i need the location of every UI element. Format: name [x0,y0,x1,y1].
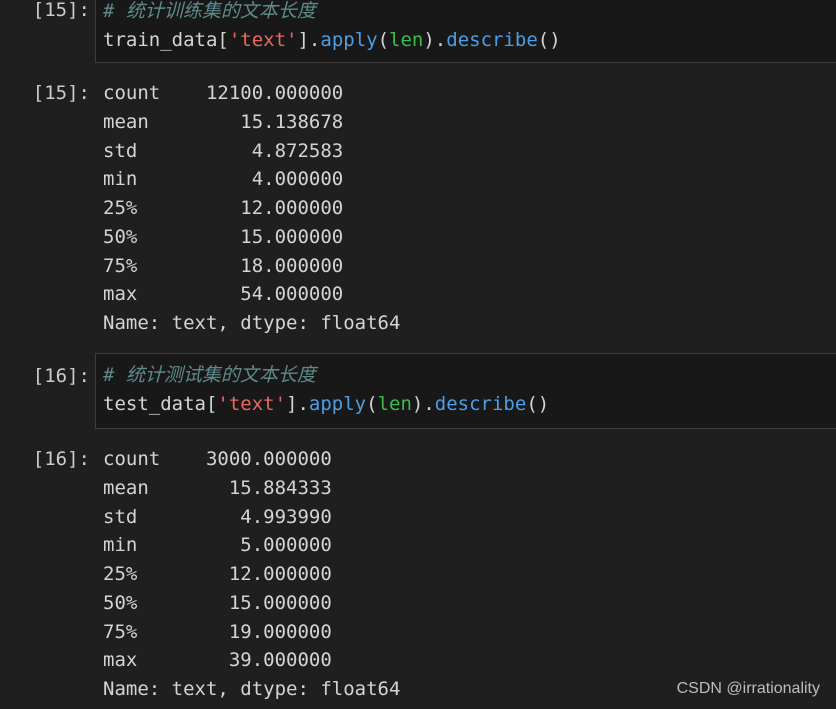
output-line: min 5.000000 [103,534,332,556]
code-token: test_data[ [103,393,218,415]
output-line: max 54.000000 [103,283,344,305]
input-prompt-15: [15]: [32,0,90,21]
output-line: std 4.993990 [103,506,332,528]
output-line: std 4.872583 [103,140,344,162]
code-cell-input-15[interactable]: # 统计训练集的文本长度 train_data['text'].apply(le… [95,0,836,63]
code-string: 'text' [228,29,298,51]
code-comment: # 统计训练集的文本长度 [103,0,316,22]
output-line: 75% 19.000000 [103,621,332,643]
code-method: apply [320,29,378,51]
code-token: ( [377,29,390,51]
output-line: count 12100.000000 [103,82,344,104]
code-token: ]. [286,393,309,415]
code-token: ]. [297,29,321,51]
code-line: train_data['text'].apply(len).describe() [103,26,561,55]
output-prompt-16: [16]: [32,448,90,470]
code-token: ). [423,29,447,51]
output-line: 50% 15.000000 [103,226,344,248]
code-token: () [526,393,550,415]
output-line: max 39.000000 [103,649,332,671]
output-line: mean 15.884333 [103,477,332,499]
code-cell-input-16[interactable]: # 统计测试集的文本长度 test_data['text'].apply(len… [95,353,836,429]
input-prompt-16: [16]: [32,365,90,387]
code-builtin: len [389,29,424,51]
output-line: 25% 12.000000 [103,197,344,219]
output-line: Name: text, dtype: float64 [103,312,401,334]
output-line: 50% 15.000000 [103,592,332,614]
code-method: describe [446,29,538,51]
code-line: test_data['text'].apply(len).describe() [103,390,549,419]
output-line: mean 15.138678 [103,111,344,133]
output-line: Name: text, dtype: float64 [103,678,401,700]
output-line: 25% 12.000000 [103,563,332,585]
code-builtin: len [377,393,412,415]
code-comment: # 统计测试集的文本长度 [103,364,316,386]
code-token: ( [366,393,378,415]
code-token: ). [411,393,435,415]
code-token: train_data[ [103,29,229,51]
code-method: apply [308,393,367,415]
watermark: CSDN @irrationality [676,680,820,697]
code-method: describe [434,393,527,415]
code-string: 'text' [217,393,287,415]
output-prompt-15: [15]: [32,82,90,104]
output-line: 75% 18.000000 [103,255,344,277]
code-token: () [537,29,561,51]
output-line: min 4.000000 [103,168,344,190]
output-line: count 3000.000000 [103,448,332,470]
